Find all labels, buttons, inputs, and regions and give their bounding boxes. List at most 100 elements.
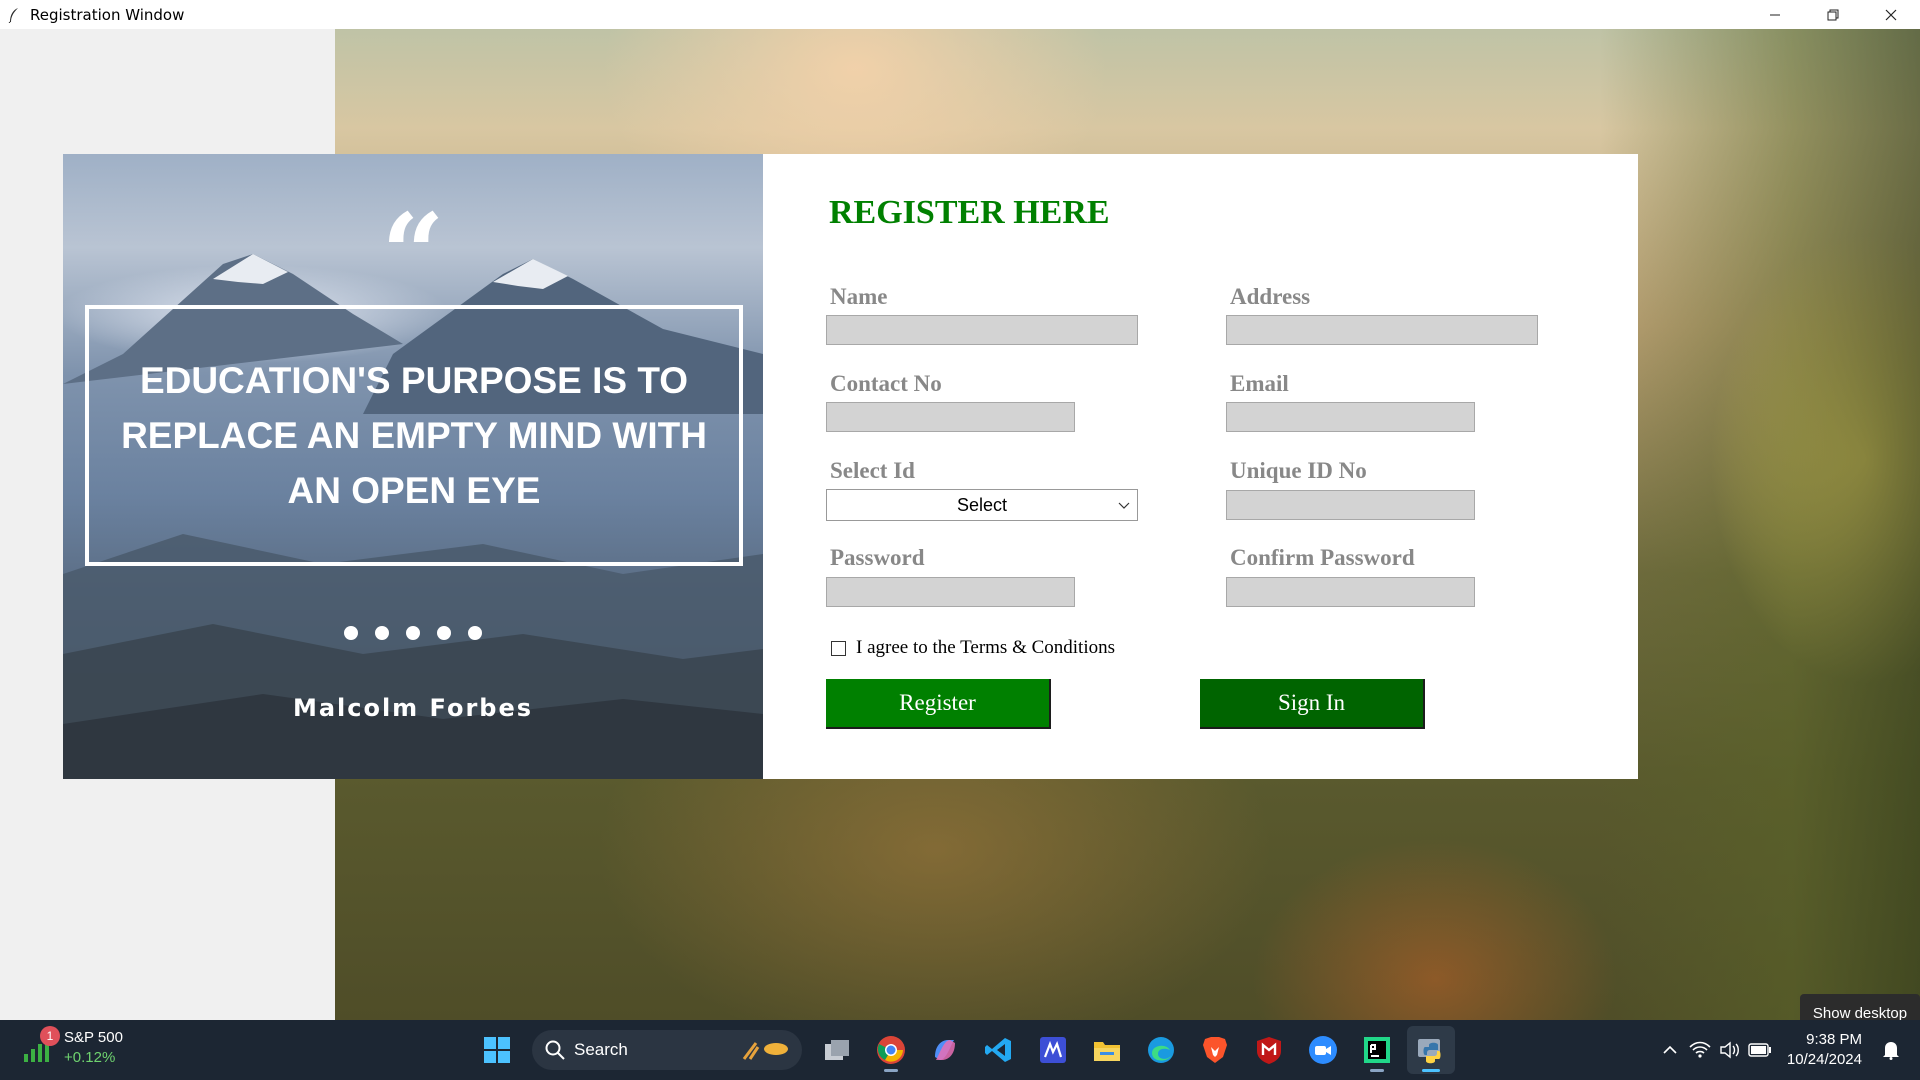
select-id-label: Select Id	[830, 458, 915, 483]
registration-card: “ EDUCATION'S PURPOSE IS TO REPLACE AN E…	[63, 154, 1638, 779]
taskbar-mathpix[interactable]	[1029, 1026, 1077, 1074]
minimize-icon	[1770, 14, 1780, 15]
clock[interactable]: 9:38 PM 10/24/2024	[1787, 1030, 1862, 1070]
address-input[interactable]	[1226, 315, 1538, 345]
stock-name: S&P 500	[64, 1029, 123, 1046]
contact-label: Contact No	[830, 371, 942, 396]
carousel-dot	[344, 626, 358, 640]
confirm-password-label: Confirm Password	[1230, 545, 1415, 570]
notifications-button[interactable]	[1876, 1035, 1906, 1065]
close-button[interactable]	[1862, 0, 1920, 29]
taskbar-chrome[interactable]	[867, 1026, 915, 1074]
taskbar-brave[interactable]	[1191, 1026, 1239, 1074]
window-title: Registration Window	[30, 5, 185, 24]
clock-date: 10/24/2024	[1786, 1051, 1862, 1068]
vscode-icon	[985, 1038, 1011, 1062]
taskbar-search[interactable]: Search	[532, 1030, 802, 1070]
show-hidden-icons-button[interactable]	[1655, 1035, 1685, 1065]
mathpix-icon	[1040, 1037, 1066, 1063]
volume-button[interactable]	[1715, 1035, 1745, 1065]
taskbar-pycharm[interactable]	[1353, 1026, 1401, 1074]
quote-author: Malcolm Forbes	[292, 694, 534, 722]
restore-icon	[1827, 9, 1839, 20]
carousel-dot	[468, 626, 482, 640]
confirm-password-input[interactable]	[1226, 577, 1475, 607]
form-title: REGISTER HERE	[829, 194, 1110, 231]
search-label: Search	[574, 1040, 628, 1059]
unique-id-input[interactable]	[1226, 490, 1475, 520]
stock-change: +0.12%	[64, 1049, 116, 1066]
register-form: REGISTER HERE Name Address Contact No Em…	[763, 154, 1638, 779]
windows-start-icon	[484, 1037, 510, 1063]
chevron-up-icon	[1663, 1045, 1677, 1054]
active-indicator	[1422, 1069, 1440, 1072]
terms-checkbox[interactable]	[831, 640, 846, 656]
notification-badge: 1	[40, 1026, 60, 1046]
search-icon	[545, 1040, 565, 1060]
copilot-icon	[935, 1040, 955, 1060]
feather-icon	[6, 7, 22, 23]
show-desktop-tooltip: Show desktop	[1800, 994, 1920, 1020]
running-indicator	[884, 1069, 898, 1072]
wifi-button[interactable]	[1685, 1035, 1715, 1065]
taskbar-edge[interactable]	[1137, 1026, 1185, 1074]
chevron-down-icon	[1118, 502, 1130, 509]
stock-widget[interactable]: 1 S&P 500 +0.12%	[22, 1026, 123, 1068]
email-label: Email	[1230, 371, 1289, 396]
taskbar-zoom[interactable]	[1299, 1026, 1347, 1074]
id-type-select-value: Select	[956, 494, 1008, 515]
carousel-dot	[406, 626, 420, 640]
close-icon	[1885, 9, 1897, 20]
password-input[interactable]	[826, 577, 1075, 607]
terms-label[interactable]: I agree to the Terms & Conditions	[856, 637, 1115, 659]
carousel-dots	[63, 626, 763, 640]
edge-icon	[1148, 1037, 1174, 1063]
zoom-icon	[1309, 1036, 1337, 1064]
terms-row: I agree to the Terms & Conditions	[831, 637, 1115, 659]
taskbar-apps: Search	[470, 1026, 1458, 1074]
taskbar: 1 S&P 500 +0.12% Search 9:38 PM 10/24/20…	[0, 1020, 1920, 1080]
address-label: Address	[1230, 284, 1311, 309]
pycharm-icon	[1364, 1037, 1390, 1063]
quote-text: EDUCATION'S PURPOSE IS TO REPLACE AN EMP…	[121, 360, 707, 511]
register-button[interactable]: Register	[826, 679, 1051, 729]
chrome-icon	[877, 1036, 905, 1064]
id-type-select[interactable]: Select	[826, 489, 1138, 521]
battery-button[interactable]	[1745, 1035, 1775, 1065]
taskbar-copilot[interactable]	[921, 1026, 969, 1074]
taskbar-python[interactable]	[1407, 1026, 1455, 1074]
battery-icon	[1748, 1043, 1771, 1057]
quote-mark: “	[381, 189, 445, 318]
stock-info: S&P 500 +0.12%	[64, 1028, 123, 1068]
python-icon	[1418, 1039, 1441, 1064]
bell-icon	[1883, 1042, 1899, 1060]
email-input[interactable]	[1226, 402, 1475, 432]
sign-in-button[interactable]: Sign In	[1200, 679, 1425, 729]
password-label: Password	[830, 545, 925, 570]
unique-id-label: Unique ID No	[1230, 458, 1367, 483]
taskbar-mcafee[interactable]	[1245, 1026, 1293, 1074]
window-client: “ EDUCATION'S PURPOSE IS TO REPLACE AN E…	[0, 29, 1920, 1020]
quote-frame: EDUCATION'S PURPOSE IS TO REPLACE AN EMP…	[85, 305, 743, 566]
task-view-button[interactable]	[813, 1026, 861, 1074]
restore-button[interactable]	[1804, 0, 1862, 29]
name-input[interactable]	[826, 315, 1138, 345]
task-view-icon	[825, 1040, 849, 1060]
title-bar: Registration Window	[0, 0, 1920, 29]
wifi-icon	[1689, 1041, 1711, 1058]
system-tray: 9:38 PM 10/24/2024	[1655, 1020, 1920, 1080]
carousel-dot	[437, 626, 451, 640]
brave-icon	[1203, 1037, 1227, 1063]
minimize-button[interactable]	[1746, 0, 1804, 29]
carousel-dot	[375, 626, 389, 640]
running-indicator	[1370, 1069, 1384, 1072]
taskbar-file-explorer[interactable]	[1083, 1026, 1131, 1074]
contact-input[interactable]	[826, 402, 1075, 432]
start-button[interactable]	[473, 1026, 521, 1074]
window-controls	[1746, 0, 1920, 29]
name-label: Name	[830, 284, 888, 309]
taskbar-vscode[interactable]	[975, 1026, 1023, 1074]
speaker-icon	[1720, 1041, 1739, 1059]
clock-time: 9:38 PM	[1806, 1031, 1862, 1048]
search-highlight-icon	[742, 1042, 788, 1060]
